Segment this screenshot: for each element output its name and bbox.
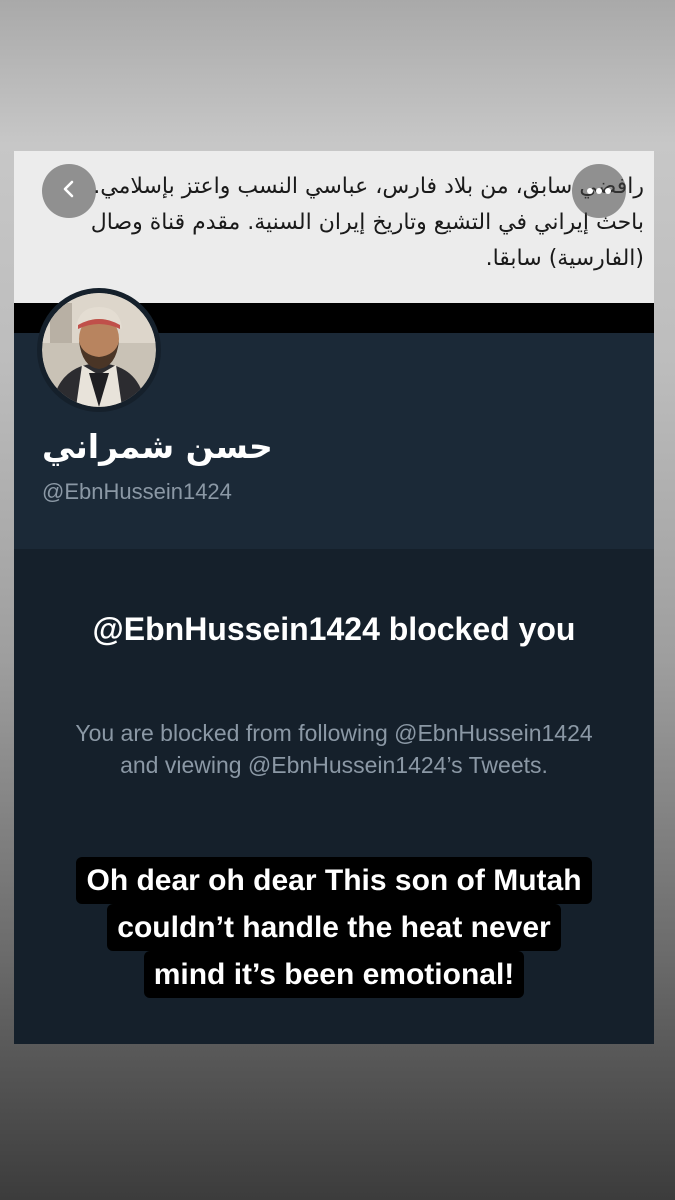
display-name: حسن شمراني <box>42 427 273 466</box>
avatar[interactable] <box>37 288 161 412</box>
profile-bio: رافضي سابق، من بلاد فارس، عباسي النسب وا… <box>90 174 644 271</box>
caption-line: Oh dear oh dear This son of Mutah <box>76 857 592 904</box>
blocked-title: @EbnHussein1424 blocked you <box>92 611 576 647</box>
more-dots-icon <box>586 182 612 200</box>
bio-section: رافضي سابق، من بلاد فارس، عباسي النسب وا… <box>14 151 654 303</box>
profile-handle: @EbnHussein1424 <box>42 479 232 504</box>
story-caption: Oh dear oh dear This son of Mutah couldn… <box>14 857 654 998</box>
caption-line: mind it’s been emotional! <box>143 951 525 998</box>
chevron-left-icon <box>59 179 79 204</box>
blocked-description: You are blocked from following @EbnHusse… <box>75 720 593 778</box>
caption-line: couldn’t handle the heat never <box>107 904 561 951</box>
profile-card: رافضي سابق، من بلاد فارس، عباسي النسب وا… <box>14 151 654 1044</box>
more-options-button[interactable] <box>572 164 626 218</box>
back-button[interactable] <box>42 164 96 218</box>
